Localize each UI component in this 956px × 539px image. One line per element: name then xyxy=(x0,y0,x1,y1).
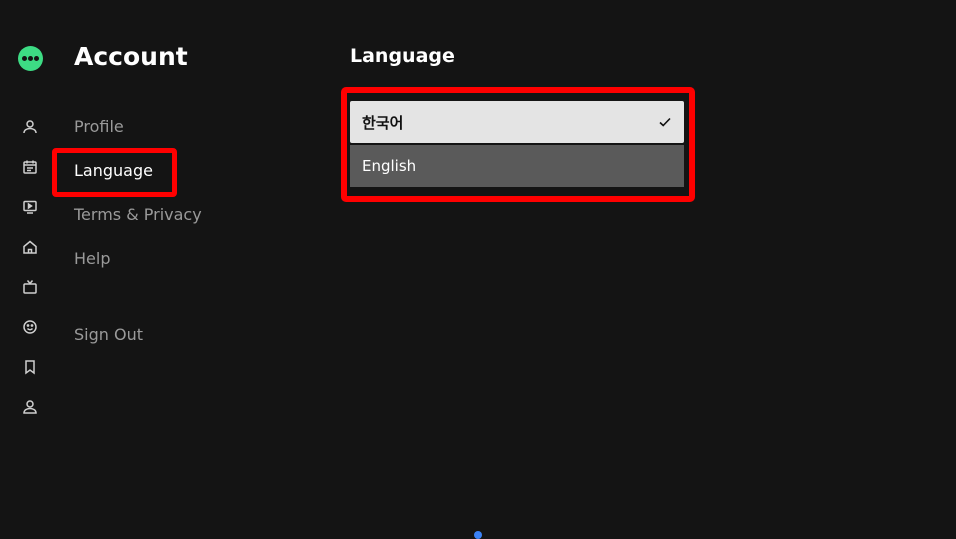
menu-item-terms-privacy[interactable]: Terms & Privacy xyxy=(74,205,202,224)
smiley-icon[interactable] xyxy=(21,318,39,336)
app-logo-icon[interactable] xyxy=(18,46,43,71)
calendar-icon[interactable] xyxy=(21,158,39,176)
checkmark-icon xyxy=(658,115,672,129)
home-icon[interactable] xyxy=(21,238,39,256)
live-tv-icon[interactable] xyxy=(21,278,39,296)
language-option-english[interactable]: English xyxy=(350,145,684,187)
focus-indicator xyxy=(474,531,482,539)
menu-item-sign-out[interactable]: Sign Out xyxy=(74,325,143,344)
menu-item-language[interactable]: Language xyxy=(74,161,153,180)
account-title: Account xyxy=(74,42,188,71)
language-option-korean[interactable]: 한국어 xyxy=(350,101,684,143)
profile-icon[interactable] xyxy=(21,118,39,136)
account-icon[interactable] xyxy=(21,398,39,416)
language-panel-title: Language xyxy=(350,45,455,67)
tv-play-icon[interactable] xyxy=(21,198,39,216)
language-option-label: 한국어 xyxy=(362,113,404,132)
bookmark-icon[interactable] xyxy=(21,358,39,376)
menu-item-profile[interactable]: Profile xyxy=(74,117,124,136)
language-option-label: English xyxy=(362,157,417,175)
nav-rail xyxy=(0,0,60,536)
menu-item-help[interactable]: Help xyxy=(74,249,110,268)
